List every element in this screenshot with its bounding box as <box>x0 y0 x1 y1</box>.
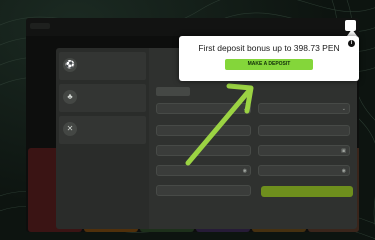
info-icon[interactable]: i <box>348 40 355 47</box>
popup-title: First deposit bonus up to 398.73 PEN <box>198 43 340 53</box>
make-deposit-button[interactable]: MAKE A DEPOSIT <box>225 59 313 70</box>
popup-caret <box>347 29 357 36</box>
deposit-bonus-popup: First deposit bonus up to 398.73 PEN MAK… <box>179 36 359 81</box>
